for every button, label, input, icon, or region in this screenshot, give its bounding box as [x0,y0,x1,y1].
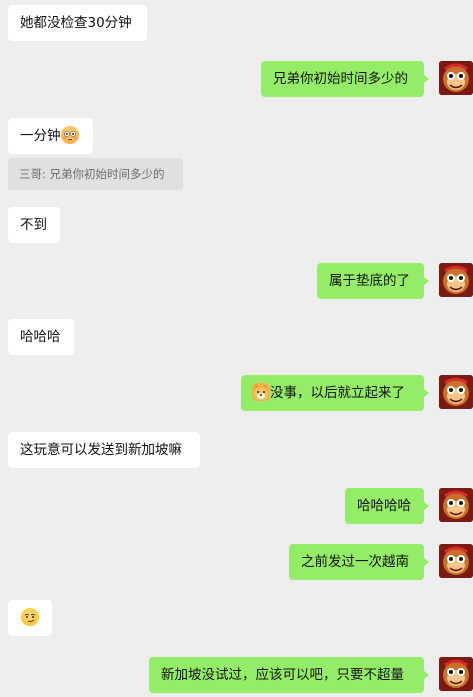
message-text: 新加坡没试过，应该可以吧，只要不超量 [161,667,404,683]
message-text: 她都没检查30分钟 [20,15,132,31]
message-text: 这玩意可以发送到新加坡嘛 [20,442,182,458]
monkey-avatar-icon [439,544,473,578]
avatar[interactable] [439,375,473,409]
message-text: 哈哈哈 [20,329,61,345]
quote-text: 三哥: 兄弟你初始时间多少的 [19,167,165,181]
smirk-face-icon [21,608,39,626]
message-text: 属于垫底的了 [329,273,410,289]
avatar[interactable] [439,488,473,522]
message-bubble-sent[interactable]: 兄弟你初始时间多少的 [261,61,429,97]
monkey-avatar-icon [439,488,473,522]
message-bubble-sent[interactable]: 属于垫底的了 [317,263,429,299]
message-bubble-sent[interactable]: 哈哈哈哈 [345,488,429,524]
avatar[interactable] [439,544,473,578]
message-bubble-received[interactable]: 一分钟 [8,118,93,154]
message-text: 一分钟 [20,128,61,144]
avatar[interactable] [439,263,473,297]
message-bubble-received[interactable] [8,600,52,636]
message-text: 没事，以后就立起来了 [270,385,405,401]
message-bubble-received[interactable]: 这玩意可以发送到新加坡嘛 [8,432,200,468]
message-text: 哈哈哈哈 [357,498,411,514]
avatar[interactable] [439,61,473,95]
message-text: 兄弟你初始时间多少的 [273,71,408,87]
message-bubble-received[interactable]: 哈哈哈 [8,319,74,355]
monkey-avatar-icon [439,657,473,691]
monkey-avatar-icon [439,263,473,297]
message-bubble-sent[interactable]: 没事，以后就立起来了 [241,375,429,411]
flushed-face-icon [60,126,79,144]
message-bubble-received[interactable]: 她都没检查30分钟 [8,5,147,41]
doge-icon [252,383,270,401]
message-bubble-received[interactable]: 不到 [8,207,60,243]
message-text: 之前发过一次越南 [301,554,409,570]
monkey-avatar-icon [439,61,473,95]
quoted-message[interactable]: 三哥: 兄弟你初始时间多少的 [8,158,183,190]
message-bubble-sent[interactable]: 之前发过一次越南 [289,544,429,580]
message-text: 不到 [20,217,47,233]
avatar[interactable] [439,657,473,691]
message-bubble-sent[interactable]: 新加坡没试过，应该可以吧，只要不超量 [149,657,429,693]
monkey-avatar-icon [439,375,473,409]
